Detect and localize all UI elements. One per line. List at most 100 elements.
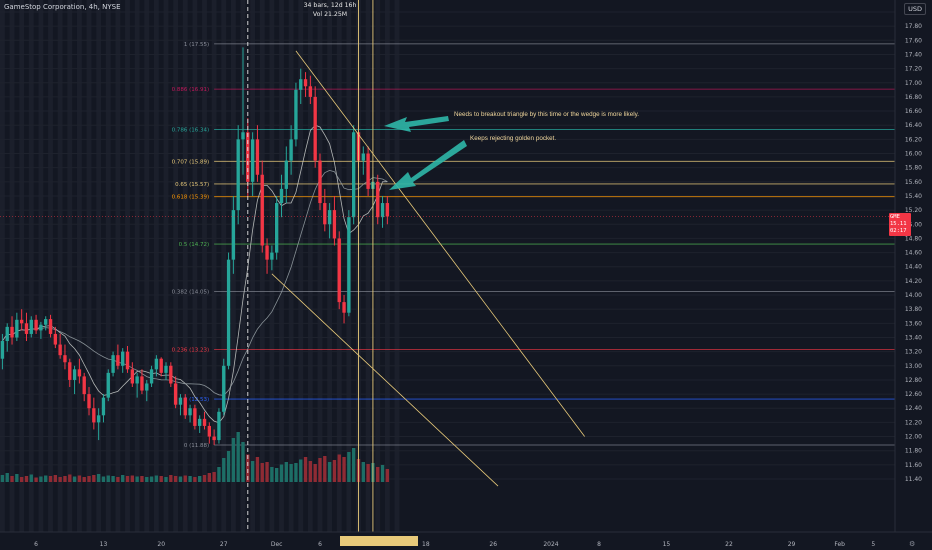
fib-level-label: 0.382 (14.05) — [172, 289, 210, 295]
candle-body — [260, 174, 264, 246]
candle-body — [10, 326, 14, 338]
currency-badge[interactable]: USD — [904, 3, 926, 15]
candle-body — [226, 259, 231, 366]
price-tick-label: 17.40 — [905, 51, 922, 58]
candle-body — [347, 217, 351, 313]
session-band — [0, 0, 5, 532]
volume-bar — [270, 467, 274, 482]
fib-level-label: 1 (17.55) — [184, 42, 209, 48]
price-tick-label: 16.60 — [905, 108, 922, 115]
price-tick-label: 12.80 — [905, 377, 922, 384]
volume-bar — [385, 469, 390, 482]
session-band — [259, 0, 265, 532]
volume-bar — [135, 476, 139, 482]
volume-bar — [77, 475, 82, 482]
volume-bar — [178, 476, 183, 482]
session-band — [96, 0, 102, 532]
session-band — [105, 0, 111, 532]
symbol-title[interactable]: GameStop Corporation, 4h, NYSE — [4, 3, 121, 11]
volume-bar — [68, 474, 72, 482]
price-axis[interactable]: 18.0017.8017.6017.4017.2017.0016.8016.60… — [895, 0, 932, 550]
price-tick-label: 14.40 — [905, 264, 922, 271]
volume-bar — [48, 476, 53, 482]
session-band — [134, 0, 140, 532]
volume-bar — [279, 464, 284, 482]
candle-body — [342, 302, 346, 313]
candle-body — [250, 139, 255, 182]
measure-readout: 34 bars, 12d 16h Vol 21.25M — [300, 2, 360, 19]
candle-body — [323, 203, 327, 225]
volume-bar — [337, 454, 341, 482]
price-chart[interactable]: 1 (17.55) 0.886 (16.91) 0.786 (16.34) 0.707… — [0, 0, 932, 550]
price-tick-label: 13.40 — [905, 334, 922, 341]
volume-bar — [351, 448, 356, 482]
volume-bar — [149, 476, 154, 482]
session-band — [211, 0, 217, 532]
volume-bar — [231, 438, 236, 482]
candle-body — [212, 436, 216, 441]
candle-body — [303, 79, 308, 87]
volume-bar — [347, 452, 351, 482]
gear-icon[interactable]: ⚙ — [909, 540, 915, 548]
volume-bar — [10, 476, 14, 482]
note-golden-pocket[interactable]: Keeps rejecting golden pocket. — [470, 135, 556, 142]
volume-bar — [154, 475, 159, 482]
session-band — [115, 0, 121, 532]
candle-body — [231, 210, 236, 260]
volume-bar — [217, 467, 221, 482]
candle-body — [77, 369, 82, 377]
volume-bar — [5, 473, 9, 482]
candle-body — [111, 355, 115, 373]
session-band — [38, 0, 44, 532]
fib-level-label: 0.5 (14.72) — [179, 242, 210, 248]
volume-bar — [125, 476, 130, 482]
volume-bar — [289, 464, 293, 482]
candle-body — [121, 351, 125, 366]
candle-body — [337, 238, 341, 303]
session-band — [202, 0, 207, 532]
session-band — [86, 0, 92, 532]
candle-body — [96, 415, 101, 423]
candle-body — [313, 96, 317, 161]
volume-bar — [241, 442, 245, 482]
fib-level-label: 0.707 (15.89) — [172, 159, 210, 165]
price-tick-label: 17.00 — [905, 80, 922, 87]
volume-bar — [173, 476, 178, 482]
candle-body — [299, 79, 303, 90]
time-tick-label: 6 — [34, 541, 38, 548]
volume-bar — [164, 477, 168, 482]
volume-bar — [323, 456, 327, 482]
price-tick-label: 12.40 — [905, 405, 922, 412]
measure-volume: Vol 21.25M — [312, 10, 348, 18]
note-breakout[interactable]: Needs to breakout triangle by this time … — [454, 111, 639, 118]
volume-bar — [24, 476, 29, 482]
volume-bar — [260, 463, 264, 482]
volume-bar — [380, 465, 385, 482]
candle-body — [164, 365, 168, 373]
candle-body — [159, 358, 163, 373]
volume-bar — [342, 457, 346, 482]
session-band — [279, 0, 284, 532]
time-tick-label: 15 — [663, 541, 671, 548]
volume-bar — [212, 472, 216, 482]
candle-body — [135, 376, 139, 384]
candle-body — [279, 188, 284, 204]
session-band — [125, 0, 130, 532]
session-band — [28, 0, 34, 532]
price-tick-label: 13.20 — [905, 349, 922, 356]
candle-body — [351, 132, 356, 218]
volume-bar — [222, 458, 226, 482]
session-band — [9, 0, 15, 532]
candle-body — [178, 397, 183, 405]
volume-bar — [361, 462, 365, 482]
volume-bar — [284, 462, 288, 482]
volume-bar — [34, 477, 38, 482]
volume-bar — [121, 475, 125, 482]
volume-bar — [116, 477, 120, 482]
time-tick-label: 20 — [157, 541, 165, 548]
candle-body — [72, 369, 77, 380]
candle-body — [125, 351, 130, 370]
volume-bar — [159, 476, 163, 482]
volume-bar — [274, 468, 279, 482]
volume-bar — [96, 474, 101, 482]
